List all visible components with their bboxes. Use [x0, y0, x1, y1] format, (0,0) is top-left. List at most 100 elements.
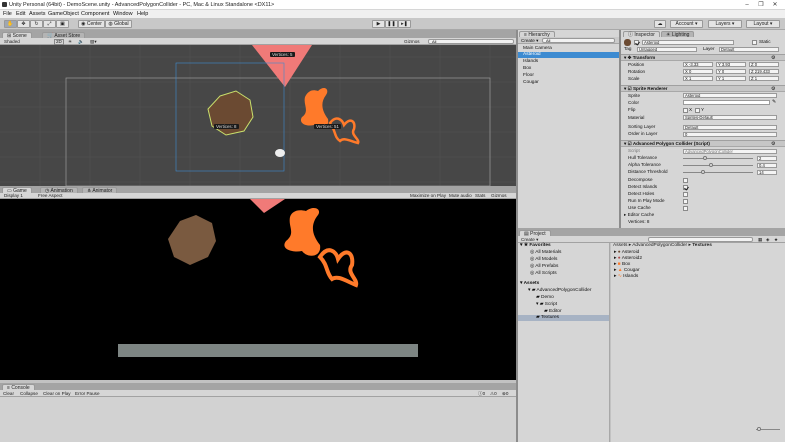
hierarchy-item-box[interactable]: Box [523, 66, 531, 72]
flip-y-checkbox[interactable] [695, 108, 700, 113]
display-dropdown[interactable]: Display 1 [4, 193, 23, 198]
console-error-pause-button[interactable]: Error Pause [75, 391, 100, 396]
folder-demo[interactable]: ▰ Demo [536, 295, 554, 301]
tab-lighting[interactable]: ☀ Lighting [661, 31, 695, 38]
scale-x-field[interactable]: X 1 [683, 76, 713, 81]
object-name-field[interactable]: Asteroid [642, 40, 734, 45]
icon-size-knob[interactable] [757, 427, 761, 431]
hierarchy-item-cougar[interactable]: Cougar [523, 80, 539, 86]
scale-z-field[interactable]: Z 1 [749, 76, 779, 81]
cougar-sprite[interactable] [300, 88, 329, 129]
hand-tool-icon[interactable]: ✋ [4, 20, 17, 28]
use-cache-checkbox[interactable] [683, 206, 688, 211]
scale-y-field[interactable]: Y 1 [716, 76, 746, 81]
favorite-all-materials[interactable]: ◎ All Materials [530, 250, 561, 256]
shaded-dropdown[interactable]: Shaded [4, 39, 20, 44]
editor-cache-foldout[interactable]: ▸ Editor Cache [624, 212, 654, 218]
flip-x-checkbox[interactable] [683, 108, 688, 113]
assets-foldout[interactable]: ▾ Assets [520, 281, 539, 287]
run-in-play-mode-checkbox[interactable] [683, 199, 688, 204]
file-islands[interactable]: ▸ ∿ Islands [614, 274, 638, 280]
maximize-button[interactable]: ❐ [756, 1, 766, 9]
pause-button[interactable]: ❚❚ [385, 20, 398, 28]
hierarchy-item-islands[interactable]: Islands [523, 59, 538, 65]
scene-view[interactable]: Vertices: 5 Vertices: 8 Vertices: 51 [0, 45, 516, 186]
layer-dropdown[interactable]: Default [719, 47, 779, 52]
game-view[interactable] [0, 199, 516, 380]
cloud-icon[interactable]: ☁ [654, 20, 666, 28]
collider-gear-icon[interactable]: ⚙ [771, 141, 775, 147]
eyedropper-icon[interactable]: ✎ [772, 99, 776, 105]
console-log-area[interactable] [0, 397, 516, 442]
detect-holes-checkbox[interactable] [683, 192, 688, 197]
menu-component[interactable]: Component [81, 11, 109, 17]
hull-tolerance-slider[interactable] [683, 155, 753, 161]
sprite-field[interactable]: Asteroid [683, 93, 777, 98]
hierarchy-search-input[interactable]: All [542, 38, 615, 43]
layout-dropdown[interactable]: Layout ▾ [746, 20, 780, 28]
position-y-field[interactable]: Y 3.93 [716, 62, 746, 67]
rect-tool-icon[interactable]: ▣ [56, 20, 69, 28]
alpha-tolerance-knob[interactable] [709, 163, 713, 167]
menu-edit[interactable]: Edit [16, 11, 25, 17]
order-in-layer-field[interactable]: 0 [683, 132, 777, 137]
stats-toggle[interactable]: Stats [475, 193, 485, 198]
project-search-input[interactable] [648, 237, 753, 242]
decompose-checkbox[interactable] [683, 178, 688, 183]
folder-script[interactable]: ▾ ▰ Script [536, 302, 557, 308]
project-breadcrumb[interactable]: Assets ▸ AdvancedPolygonCollider ▸ Textu… [613, 243, 712, 249]
move-tool-icon[interactable]: ✥ [17, 20, 30, 28]
distance-threshold-slider[interactable] [683, 169, 753, 175]
islands-sprite[interactable] [328, 117, 360, 145]
hull-tolerance-knob[interactable] [703, 156, 707, 160]
favorites-foldout[interactable]: ▾ ★ Favorites [520, 243, 551, 249]
menu-gameobject[interactable]: GameObject [48, 11, 79, 17]
sprite-renderer-header[interactable]: ▾ ☑ Sprite Renderer ⚙ [621, 85, 785, 92]
game-gizmos-dropdown[interactable]: Gizmos [491, 193, 507, 198]
tab-inspector[interactable]: ⓘ Inspector [623, 31, 660, 38]
folder-advancedpolygoncollider[interactable]: ▾ ▰ AdvancedPolygonCollider [528, 288, 591, 294]
console-collapse-button[interactable]: Collapse [20, 391, 38, 396]
static-checkbox[interactable] [752, 40, 757, 45]
detect-islands-checkbox[interactable] [683, 185, 688, 190]
folder-textures[interactable]: ▰ Textures [518, 315, 609, 321]
menu-help[interactable]: Help [137, 11, 148, 17]
minimize-button[interactable]: – [742, 1, 752, 9]
tag-dropdown[interactable]: Untagged [637, 47, 697, 52]
gizmos-dropdown[interactable]: Gizmos [404, 39, 420, 44]
step-button[interactable]: ▸❚ [398, 20, 411, 28]
play-button[interactable]: ▶ [372, 20, 385, 28]
favorite-all-scripts[interactable]: ◎ All Scripts [530, 271, 557, 277]
account-dropdown[interactable]: Account ▾ [670, 20, 703, 28]
rotate-tool-icon[interactable]: ↻ [30, 20, 43, 28]
transform-gear-icon[interactable]: ⚙ [771, 55, 775, 61]
position-x-field[interactable]: X -3.33 [683, 62, 713, 67]
favorite-all-models[interactable]: ◎ All Models [530, 257, 557, 263]
rotation-x-field[interactable]: X 0 [683, 69, 713, 74]
alpha-tolerance-field[interactable]: 0.4 [757, 163, 777, 168]
console-clear-button[interactable]: Clear [3, 391, 14, 396]
collider-header[interactable]: ▾ ☑ Advanced Polygon Collider (Script) ⚙ [621, 140, 785, 147]
hull-tolerance-field[interactable]: 2 [757, 156, 777, 161]
rotation-y-field[interactable]: Y 0 [716, 69, 746, 74]
scene-search-input[interactable]: All [428, 39, 514, 44]
transform-header[interactable]: ▾ ✥ Transform ⚙ [621, 54, 785, 61]
box-sprite[interactable] [275, 149, 285, 157]
object-active-checkbox[interactable] [634, 40, 639, 45]
color-swatch[interactable] [683, 100, 770, 105]
pivot-center-button[interactable]: ◉ Center [78, 20, 105, 28]
distance-threshold-field[interactable]: 14 [757, 170, 777, 175]
favorite-all-prefabs[interactable]: ◎ All Prefabs [530, 264, 558, 270]
aspect-dropdown[interactable]: Free Aspect [38, 193, 63, 198]
hierarchy-item-asteroid[interactable]: Asteroid [518, 52, 619, 58]
close-button[interactable]: ✕ [770, 1, 780, 9]
rotation-z-field[interactable]: Z 219.433 [749, 69, 779, 74]
global-button[interactable]: ◍ Global [105, 20, 132, 28]
sprite-renderer-gear-icon[interactable]: ⚙ [771, 86, 775, 92]
mute-audio-toggle[interactable]: Mute audio [449, 193, 472, 198]
position-z-field[interactable]: Z 0 [749, 62, 779, 67]
scale-tool-icon[interactable]: ⤢ [43, 20, 56, 28]
hierarchy-item-floor[interactable]: Floor [523, 73, 534, 79]
menu-assets[interactable]: Assets [29, 11, 46, 17]
maximize-on-play-toggle[interactable]: Maximize on Play [410, 193, 446, 198]
